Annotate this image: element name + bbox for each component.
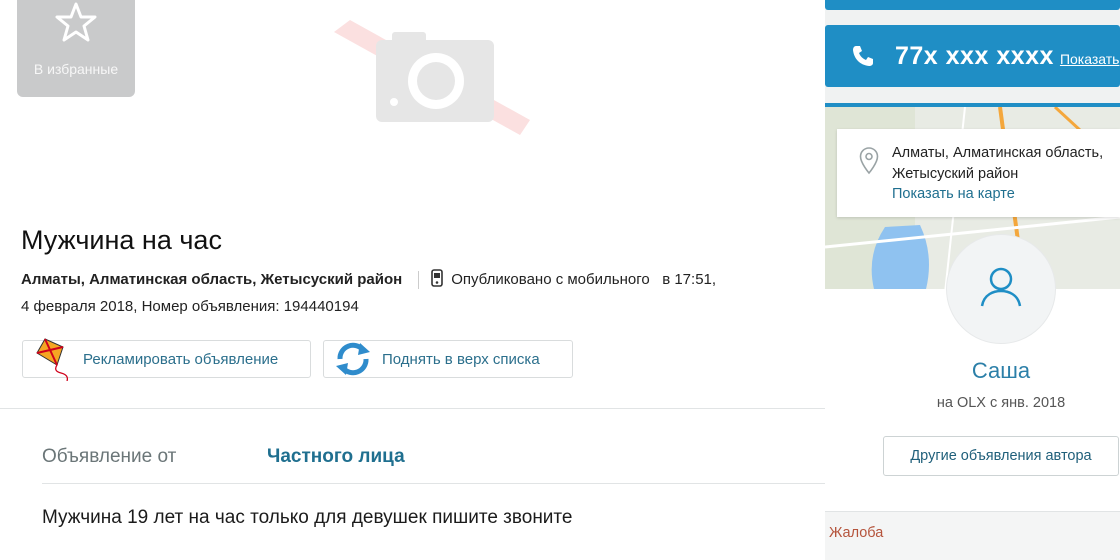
address-text: Алматы, Алматинская область, Жетысуский … [892,145,1104,182]
top-action-button[interactable] [825,0,1120,10]
promote-ad-label: Рекламировать объявление [83,350,279,368]
kite-icon [33,337,73,381]
complaint-link[interactable]: Жалоба [829,525,883,541]
offer-from-value: Частного лица [267,446,405,467]
bump-to-top-label: Поднять в верх списка [382,350,540,368]
map-pin-icon [859,147,879,180]
seller-name[interactable]: Саша [825,358,1120,384]
phone-icon [851,44,875,68]
member-since: на OLX с янв. 2018 [936,395,1066,411]
listing-title: Мужчина на час [21,225,222,255]
bump-to-top-button[interactable]: Поднять в верх списка [323,340,573,378]
divider [42,483,825,484]
complaint-bar: Жалоба [825,511,1120,560]
listing-location: Алматы, Алматинская область, Жетысуский … [21,270,403,288]
user-icon [976,262,1026,317]
star-icon [55,2,97,47]
listing-description: Мужчина 19 лет на час только для девушек… [42,507,573,528]
favorites-label: В избранные [33,61,119,77]
refresh-icon [334,341,372,377]
avatar [946,234,1056,344]
divider [0,408,825,409]
camera-placeholder-icon [330,10,540,150]
show-phone-link[interactable]: Показать [1060,51,1120,67]
show-on-map-link[interactable]: Показать на карте [892,186,1015,202]
sidebar: 77x xxx xxxx Показать Алматы, Алматинска… [825,0,1120,560]
listing-date-and-id: 4 февраля 2018, Номер объявления: 194440… [21,298,359,315]
mobile-phone-icon [431,269,443,291]
promote-ad-button[interactable]: Рекламировать объявление [22,337,311,381]
other-ads-button[interactable]: Другие объявления автора [883,436,1119,476]
offer-from-label: Объявление от [42,446,177,467]
address-popup: Алматы, Алматинская область, Жетысуский … [837,129,1120,217]
show-phone-button[interactable]: 77x xxx xxxx Показать [825,25,1120,87]
phone-number: 77x xxx xxxx [895,41,1054,70]
published-from-mobile: Опубликовано с мобильного [451,270,650,288]
add-to-favorites-button[interactable]: В избранные [17,0,135,97]
published-time: в 17:51, [662,270,717,288]
listing-main: В избранные Мужчина на час Алматы, Алмат… [0,0,825,559]
listing-meta: Алматы, Алматинская область, Жетысуский … [21,269,716,291]
seller-card: Алматы, Алматинская область, Жетысуский … [825,103,1120,560]
